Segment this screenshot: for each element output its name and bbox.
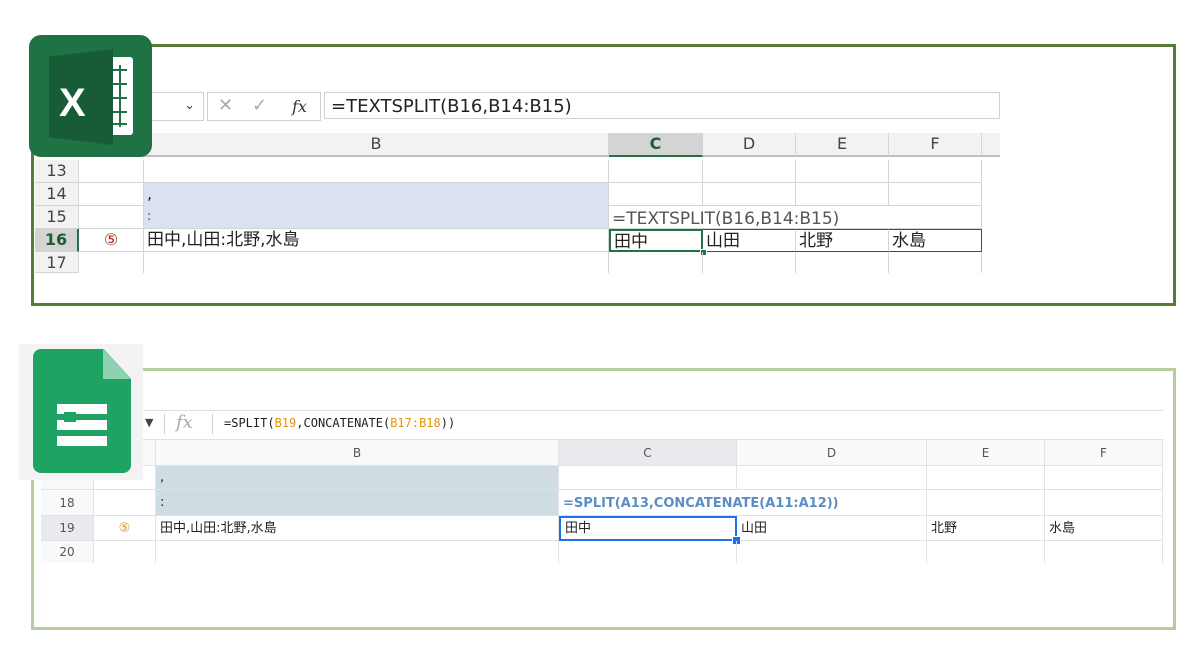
cell[interactable] xyxy=(609,252,703,273)
formula-ref-1: B19 xyxy=(274,416,297,430)
column-header-b[interactable]: B xyxy=(144,133,609,157)
formula-ref-2: B17:B18 xyxy=(390,416,441,430)
cell[interactable] xyxy=(559,541,737,563)
cell[interactable] xyxy=(737,466,927,490)
sheets-cell-c18[interactable]: =SPLIT(A13,CONCATENATE(A11:A12)) xyxy=(559,490,839,516)
cell-c15[interactable]: =TEXTSPLIT(B16,B14:B15) xyxy=(609,206,839,229)
cell-b15[interactable]: : xyxy=(144,206,609,229)
check-icon[interactable]: ✓ xyxy=(252,95,267,116)
formula-input[interactable]: =TEXTSPLIT(B16,B14:B15) xyxy=(324,92,1000,119)
sheets-cell-a19[interactable]: ⑤ xyxy=(94,516,156,541)
row-header-17[interactable]: 17 xyxy=(35,252,79,273)
cell[interactable] xyxy=(703,183,796,206)
dropdown-arrow-icon[interactable]: ▼ xyxy=(145,416,153,429)
cell-b16[interactable]: 田中,山田:北野,水島 xyxy=(144,229,609,252)
cell[interactable] xyxy=(94,541,156,563)
fx-icon[interactable]: fx xyxy=(292,97,307,116)
cell-e16[interactable]: 北野 xyxy=(796,229,889,252)
cell[interactable] xyxy=(144,160,609,183)
cancel-icon[interactable]: ✕ xyxy=(218,95,233,116)
cell[interactable] xyxy=(79,160,144,183)
cell[interactable] xyxy=(737,541,927,563)
column-header-g xyxy=(982,133,1000,157)
row-header-14[interactable]: 14 xyxy=(35,183,79,206)
column-header-e[interactable]: E xyxy=(796,133,889,157)
excel-logo-icon: X xyxy=(29,35,152,157)
sheets-logo-icon xyxy=(19,344,143,480)
formula-suffix: )) xyxy=(440,416,456,430)
sheets-logo-row-icon xyxy=(64,412,76,422)
row-header-13[interactable]: 13 xyxy=(35,160,79,183)
cell[interactable] xyxy=(796,160,889,183)
sheets-row-header-19[interactable]: 19 xyxy=(41,516,94,541)
cell[interactable] xyxy=(703,206,796,229)
sheets-column-header-f[interactable]: F xyxy=(1045,440,1163,466)
sheets-column-header-d[interactable]: D xyxy=(737,440,927,466)
cell[interactable] xyxy=(79,183,144,206)
formula-mid: ,CONCATENATE( xyxy=(296,416,391,430)
divider xyxy=(164,414,165,434)
cell-a16[interactable]: ⑤ xyxy=(79,229,144,252)
sheets-cell-e19[interactable]: 北野 xyxy=(927,516,1045,541)
divider xyxy=(212,414,213,434)
row-header-16[interactable]: 16 xyxy=(35,229,79,252)
cell[interactable] xyxy=(559,466,737,490)
sheets-column-header-b[interactable]: B xyxy=(156,440,559,466)
cell-d16[interactable]: 山田 xyxy=(703,229,796,252)
cell[interactable] xyxy=(927,490,1045,516)
sheets-cell-b17[interactable]: , xyxy=(156,466,559,490)
sheets-cell-f19[interactable]: 水島 xyxy=(1045,516,1163,541)
sheets-formula-input[interactable]: =SPLIT(B19,CONCATENATE(B17:B18)) xyxy=(224,416,455,430)
cell[interactable] xyxy=(703,160,796,183)
cell[interactable] xyxy=(1045,541,1163,563)
sheets-column-header-c[interactable]: C xyxy=(559,440,737,466)
chevron-down-icon[interactable]: ⌄ xyxy=(184,98,195,113)
cell[interactable] xyxy=(703,252,796,273)
cell[interactable] xyxy=(609,160,703,183)
sheets-cell-d19[interactable]: 山田 xyxy=(737,516,927,541)
cell[interactable] xyxy=(79,252,144,273)
name-box[interactable]: ⌄ xyxy=(150,92,204,121)
sheets-column-header-e[interactable]: E xyxy=(927,440,1045,466)
row-header-15[interactable]: 15 xyxy=(35,206,79,229)
sheets-row-header-20[interactable]: 20 xyxy=(41,541,94,563)
cell[interactable] xyxy=(1045,466,1163,490)
cell[interactable] xyxy=(889,252,982,273)
cell[interactable] xyxy=(889,206,982,229)
cell[interactable] xyxy=(796,252,889,273)
cell[interactable] xyxy=(737,490,927,516)
formula-buttons: ✕ ✓ fx xyxy=(207,92,321,121)
cell[interactable] xyxy=(144,252,609,273)
sheets-cell-b19[interactable]: 田中,山田:北野,水島 xyxy=(156,516,559,541)
cell[interactable] xyxy=(796,206,889,229)
sheets-cell-c19-selected[interactable]: 田中 xyxy=(559,516,737,541)
cell[interactable] xyxy=(889,183,982,206)
sheets-cell-b18[interactable]: : xyxy=(156,490,559,516)
cell[interactable] xyxy=(1045,490,1163,516)
cell[interactable] xyxy=(609,183,703,206)
cell-c16-selected[interactable]: 田中 xyxy=(609,229,703,252)
cell[interactable] xyxy=(94,490,156,516)
cell[interactable] xyxy=(927,466,1045,490)
cell[interactable] xyxy=(79,206,144,229)
cell[interactable] xyxy=(889,160,982,183)
cell[interactable] xyxy=(796,183,889,206)
column-header-c[interactable]: C xyxy=(609,133,703,157)
sheets-row-header-18[interactable]: 18 xyxy=(41,490,94,516)
column-header-f[interactable]: F xyxy=(889,133,982,157)
fx-icon: fx xyxy=(176,412,193,433)
formula-prefix: =SPLIT( xyxy=(224,416,275,430)
column-header-d[interactable]: D xyxy=(703,133,796,157)
cell[interactable] xyxy=(156,541,559,563)
cell[interactable] xyxy=(927,541,1045,563)
cell-b14[interactable]: , xyxy=(144,183,609,206)
cell-f16[interactable]: 水島 xyxy=(889,229,982,252)
